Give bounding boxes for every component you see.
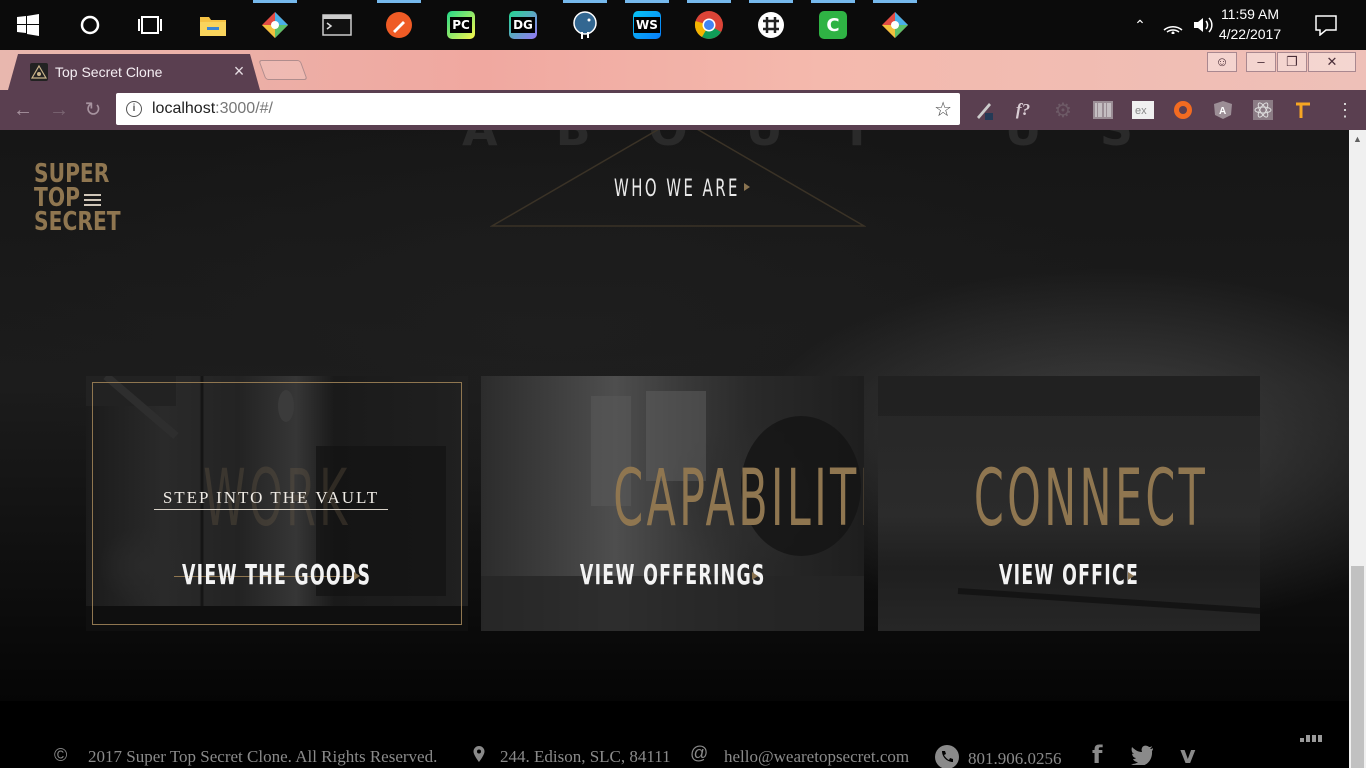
svg-text:ex: ex [1135, 105, 1147, 117]
webstorm-icon[interactable]: WS [625, 0, 669, 41]
footer-address: 244. Edison, SLC, 84111 [500, 747, 671, 766]
close-window-button[interactable]: ✕ [1308, 52, 1356, 72]
new-tab-button[interactable] [258, 60, 308, 80]
browser-tab[interactable]: Top Secret Clone × [8, 54, 260, 90]
browser-tab-strip: Top Secret Clone × [0, 50, 1366, 90]
task-view-icon[interactable] [134, 9, 166, 41]
tab-close-icon[interactable]: × [228, 60, 250, 82]
view-offerings-arrow-icon [752, 572, 758, 580]
pen-extension-icon[interactable] [973, 99, 995, 121]
bookmark-star-icon[interactable]: ☆ [934, 97, 952, 122]
hamburger-menu-icon[interactable] [84, 194, 101, 207]
twitter-icon[interactable] [1130, 745, 1154, 765]
forward-arrow-icon[interactable]: → [48, 99, 70, 121]
browser-toolbar: ← → ↻ i localhost:3000/#/ ☆ f? ⚙ ex A ⋮ [0, 90, 1366, 130]
minimize-button[interactable]: – [1246, 52, 1276, 72]
wifi-icon[interactable] [1162, 16, 1184, 34]
clock-date: 4/22/2017 [1218, 26, 1282, 42]
pycharm-icon[interactable]: PC [445, 9, 477, 41]
footer-copyright: 2017 Super Top Secret Clone. All Rights … [88, 747, 438, 766]
connect-card[interactable]: CONNECT VIEW OFFICE [878, 376, 1260, 631]
system-clock[interactable]: 11:59 AM 4/22/2017 [1210, 4, 1290, 44]
angular-extension-icon[interactable]: A [1212, 99, 1234, 121]
url-host: localhost [152, 100, 216, 117]
slack-icon[interactable] [749, 0, 793, 41]
who-we-are-link[interactable]: WHO WE ARE [614, 174, 740, 202]
profile-icon[interactable]: ☺ [1207, 52, 1237, 72]
url-path: :3000/#/ [215, 100, 273, 117]
font-identifier-icon[interactable]: f? [1012, 99, 1034, 121]
chevron-up-icon[interactable]: ⌃ [1130, 17, 1150, 34]
ruler-extension-icon[interactable] [1292, 99, 1314, 121]
lifebuoy-extension-icon[interactable] [1172, 99, 1194, 121]
svg-text:A: A [1219, 106, 1226, 117]
cortana-search-icon[interactable] [74, 9, 106, 41]
site-footer: © 2017 Super Top Secret Clone. All Right… [0, 701, 1349, 768]
camtasia-icon[interactable]: C [811, 0, 855, 41]
view-offerings-link[interactable]: VIEW OFFERINGS [481, 558, 864, 591]
work-card[interactable]: WORK STEP INTO THE VAULT VIEW THE GOODS [86, 376, 468, 631]
map-pin-icon [473, 746, 485, 762]
phone-icon [935, 745, 959, 768]
chrome-menu-icon[interactable]: ⋮ [1334, 99, 1356, 121]
file-explorer-icon[interactable] [197, 9, 229, 41]
page-scrollbar[interactable]: ▲ [1349, 130, 1366, 768]
view-office-link[interactable]: VIEW OFFICE [878, 558, 1260, 591]
facebook-icon[interactable]: f [1092, 741, 1102, 768]
react-devtools-icon[interactable] [1252, 99, 1274, 121]
windows-start-icon[interactable] [12, 9, 44, 41]
triangle-eye-favicon-icon [30, 63, 48, 81]
logo-line-3: SECRET [34, 207, 121, 237]
vimeo-icon[interactable]: v [1180, 741, 1196, 768]
scrollbar-thumb[interactable] [1351, 566, 1364, 768]
capabilities-card-title: CAPABILITIES [613, 454, 864, 544]
restore-button[interactable]: ❐ [1277, 52, 1307, 72]
view-office-arrow-icon [1128, 572, 1134, 580]
view-the-goods-arrow-icon [354, 572, 360, 580]
view-the-goods-link[interactable]: VIEW THE GOODS [86, 558, 468, 591]
clock-time: 11:59 AM [1220, 6, 1280, 22]
chrome-icon[interactable] [687, 0, 731, 41]
gitkraken-icon[interactable] [253, 0, 297, 41]
footer-email[interactable]: hello@wearetopsecret.com [724, 747, 909, 767]
action-center-icon[interactable] [1310, 9, 1342, 41]
postman-icon[interactable] [377, 0, 421, 41]
gitkraken-secondary-icon[interactable] [873, 0, 917, 41]
postgresql-elephant-icon[interactable] [563, 0, 607, 41]
connect-card-title: CONNECT [973, 454, 1209, 544]
url-text[interactable]: localhost:3000/#/ [152, 100, 273, 118]
work-card-tagline: STEP INTO THE VAULT [154, 488, 388, 510]
at-sign-icon: @ [690, 743, 709, 763]
back-arrow-icon[interactable]: ← [12, 99, 34, 121]
system-tray: ⌃ [1130, 0, 1216, 50]
tab-title: Top Secret Clone [55, 64, 163, 80]
scroll-up-arrow-icon[interactable]: ▲ [1349, 134, 1366, 146]
datagrip-icon[interactable]: DG [507, 9, 539, 41]
capabilities-card[interactable]: CAPABILITIES VIEW OFFERINGS [481, 376, 864, 631]
signal-bars-icon [1300, 735, 1322, 742]
page-viewport: ABOUT US WHO WE ARE SUPER TOP SECRET WOR… [0, 130, 1349, 768]
address-bar[interactable]: i localhost:3000/#/ ☆ [116, 93, 960, 125]
windows-taskbar: PC DG WS C ⌃ 11:59 AM 4/22/2017 [0, 0, 1366, 50]
ex-extension-icon[interactable]: ex [1132, 99, 1154, 121]
footer-phone: 801.906.0256 [968, 749, 1062, 768]
reload-icon[interactable]: ↻ [82, 99, 104, 121]
who-we-are-arrow-icon [744, 183, 750, 191]
barcode-extension-icon[interactable] [1092, 99, 1114, 121]
site-logo[interactable]: SUPER TOP SECRET [34, 161, 121, 237]
copyright-icon: © [54, 745, 68, 765]
settings-gear-icon[interactable]: ⚙ [1052, 99, 1074, 122]
terminal-icon[interactable] [321, 9, 353, 41]
site-info-icon[interactable]: i [126, 101, 142, 117]
